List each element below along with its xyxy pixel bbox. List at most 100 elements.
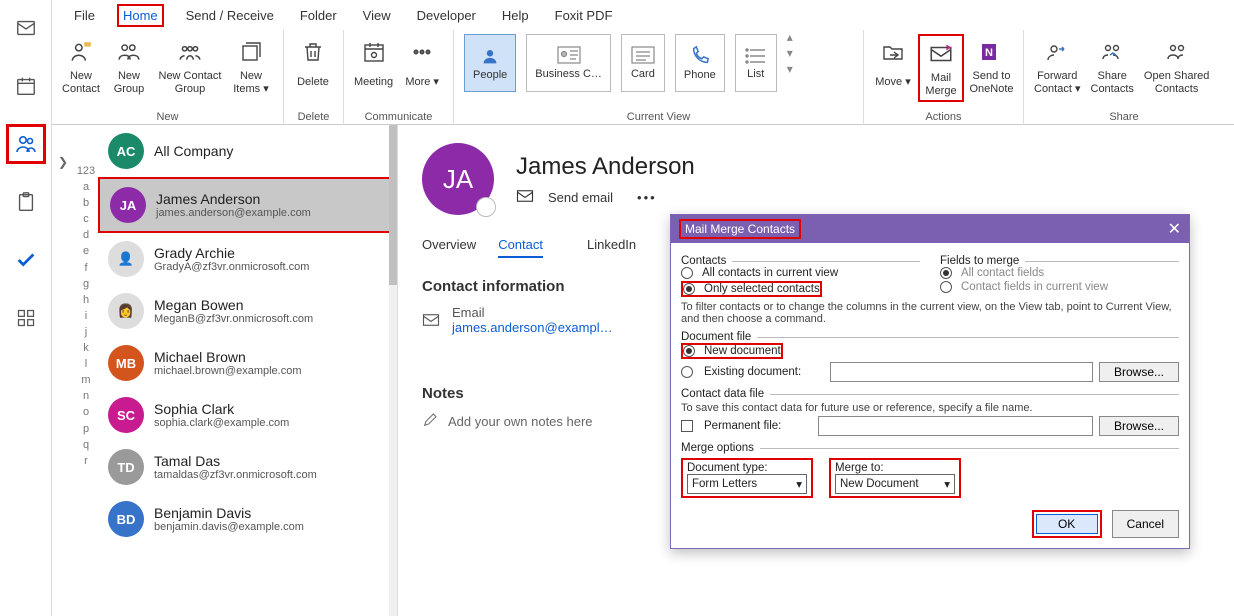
envelope-icon	[516, 189, 534, 206]
contact-list-item[interactable]: TDTamal Dastamaldas@zf3vr.onmicrosoft.co…	[98, 441, 397, 493]
cancel-button[interactable]: Cancel	[1112, 510, 1179, 538]
view-business-card[interactable]: Business C…	[526, 34, 611, 92]
radio-existing-document[interactable]	[681, 366, 693, 378]
menu-file[interactable]: File	[70, 6, 99, 25]
more-actions-icon[interactable]: •••	[637, 190, 657, 205]
contact-list: AC All Company JAJames Andersonjames.ander…	[98, 125, 398, 616]
tab-overview[interactable]: Overview	[422, 237, 476, 258]
svg-text:N: N	[985, 47, 993, 59]
ribbon: New Contact New Group New Contact Group …	[52, 30, 1234, 125]
new-group-button[interactable]: New Group	[106, 34, 152, 98]
new-items-button[interactable]: New Items ▾	[228, 34, 274, 98]
contact-list-item[interactable]: 👤Grady ArchieGradyA@zf3vr.onmicrosoft.co…	[98, 233, 397, 285]
ok-button[interactable]: OK	[1036, 514, 1098, 534]
menu-developer[interactable]: Developer	[413, 6, 480, 25]
contacts-legend: Contacts	[681, 255, 726, 267]
chevron-down-icon: ▾	[944, 477, 950, 491]
people-icon[interactable]	[6, 124, 46, 164]
radio-fields-in-view-label: Contact fields in current view	[961, 281, 1108, 293]
notes-placeholder[interactable]: Add your own notes here	[448, 414, 593, 429]
contact-email: sophia.clark@example.com	[154, 417, 289, 429]
collapse-chevron-icon[interactable]: ❯	[52, 125, 74, 616]
contact-name: All Company	[154, 143, 233, 159]
meeting-button[interactable]: Meeting	[350, 34, 397, 98]
gallery-more-icon[interactable]: ▾	[787, 62, 793, 76]
view-card[interactable]: Card	[621, 34, 665, 92]
datafile-note: To save this contact data for future use…	[681, 402, 1179, 414]
menu-send-receive[interactable]: Send / Receive	[182, 6, 278, 25]
radio-existing-document-label: Existing document:	[704, 366, 824, 378]
trash-icon	[297, 36, 329, 68]
az-index[interactable]: 123 abcdefghijklmnopqr	[74, 125, 98, 616]
contact-list-item[interactable]: SCSophia Clarksophia.clark@example.com	[98, 389, 397, 441]
contact-list-item[interactable]: BDBenjamin Davisbenjamin.davis@example.c…	[98, 493, 397, 545]
scrollbar-thumb[interactable]	[389, 125, 397, 285]
check-permanent-file[interactable]	[681, 420, 693, 432]
mail-icon[interactable]	[6, 8, 46, 48]
contact-email: james.anderson@example.com	[156, 207, 311, 219]
contact-list-item[interactable]: JAJames Andersonjames.anderson@example.c…	[98, 177, 397, 233]
apps-grid-icon[interactable]	[6, 298, 46, 338]
contact-list-item[interactable]: MBMichael Brownmichael.brown@example.com	[98, 337, 397, 389]
new-contact-button[interactable]: New Contact	[58, 34, 104, 98]
group-actions-label: Actions	[864, 111, 1023, 125]
open-shared-button[interactable]: Open Shared Contacts	[1140, 34, 1213, 98]
avatar: MB	[108, 345, 144, 381]
calendar-icon[interactable]	[6, 66, 46, 106]
detail-name: James Anderson	[516, 153, 695, 181]
contact-list-item[interactable]: 👩Megan BowenMeganB@zf3vr.onmicrosoft.com	[98, 285, 397, 337]
radio-fields-in-view[interactable]	[940, 281, 952, 293]
tab-contact[interactable]: Contact	[498, 237, 543, 258]
menu-bar: File Home Send / Receive Folder View Dev…	[52, 0, 1234, 30]
menu-home[interactable]: Home	[117, 4, 164, 27]
contact-name: Tamal Das	[154, 453, 317, 469]
filter-note: To filter contacts or to change the colu…	[681, 301, 1179, 325]
avatar: JA	[110, 187, 146, 223]
contact-email: michael.brown@example.com	[154, 365, 302, 377]
doc-type-select[interactable]: Form Letters▾	[687, 474, 807, 494]
more-button[interactable]: More ▾	[399, 34, 445, 98]
contact-email: tamaldas@zf3vr.onmicrosoft.com	[154, 469, 317, 481]
nav-rail	[0, 0, 52, 616]
mail-merge-button[interactable]: Mail Merge	[918, 34, 964, 102]
send-email-link[interactable]: Send email	[548, 190, 613, 205]
browse-datafile-button[interactable]: Browse...	[1099, 416, 1179, 436]
radio-all-fields[interactable]	[940, 267, 952, 279]
radio-all-contacts[interactable]	[681, 267, 693, 279]
view-list[interactable]: List	[735, 34, 777, 92]
onenote-button[interactable]: NSend to OneNote	[966, 34, 1017, 98]
todo-check-icon[interactable]	[6, 240, 46, 280]
existing-document-input[interactable]	[830, 362, 1093, 382]
radio-new-document[interactable]	[683, 345, 695, 357]
open-shared-icon	[1161, 36, 1193, 68]
radio-only-selected[interactable]	[683, 283, 695, 295]
avatar: AC	[108, 133, 144, 169]
move-button[interactable]: Move ▾	[870, 34, 916, 98]
view-phone[interactable]: Phone	[675, 34, 725, 92]
tasks-clipboard-icon[interactable]	[6, 182, 46, 222]
view-people[interactable]: People	[464, 34, 516, 92]
avatar: BD	[108, 501, 144, 537]
contact-list-item[interactable]: AC All Company	[98, 125, 397, 177]
contact-name: Sophia Clark	[154, 401, 289, 417]
menu-help[interactable]: Help	[498, 6, 533, 25]
browse-docfile-button[interactable]: Browse...	[1099, 362, 1179, 382]
share-contacts-button[interactable]: Share Contacts	[1087, 34, 1138, 98]
gallery-down-icon[interactable]: ▾	[787, 46, 793, 60]
close-icon[interactable]: ✕	[1168, 219, 1181, 239]
menu-foxit[interactable]: Foxit PDF	[551, 6, 617, 25]
email-value[interactable]: james.anderson@exampl…	[452, 320, 613, 335]
forward-contact-icon	[1041, 36, 1073, 68]
radio-new-document-label: New document	[704, 345, 781, 357]
new-contact-group-button[interactable]: New Contact Group	[154, 34, 226, 98]
permanent-file-input[interactable]	[818, 416, 1093, 436]
merge-to-select[interactable]: New Document▾	[835, 474, 955, 494]
meeting-icon	[358, 36, 390, 68]
forward-contact-button[interactable]: Forward Contact ▾	[1030, 34, 1085, 98]
gallery-up-icon[interactable]: ▴	[787, 30, 793, 44]
menu-folder[interactable]: Folder	[296, 6, 341, 25]
delete-button[interactable]: Delete	[290, 34, 336, 98]
tab-linkedin[interactable]: LinkedIn	[587, 237, 636, 258]
menu-view[interactable]: View	[359, 6, 395, 25]
contact-name: Megan Bowen	[154, 297, 313, 313]
